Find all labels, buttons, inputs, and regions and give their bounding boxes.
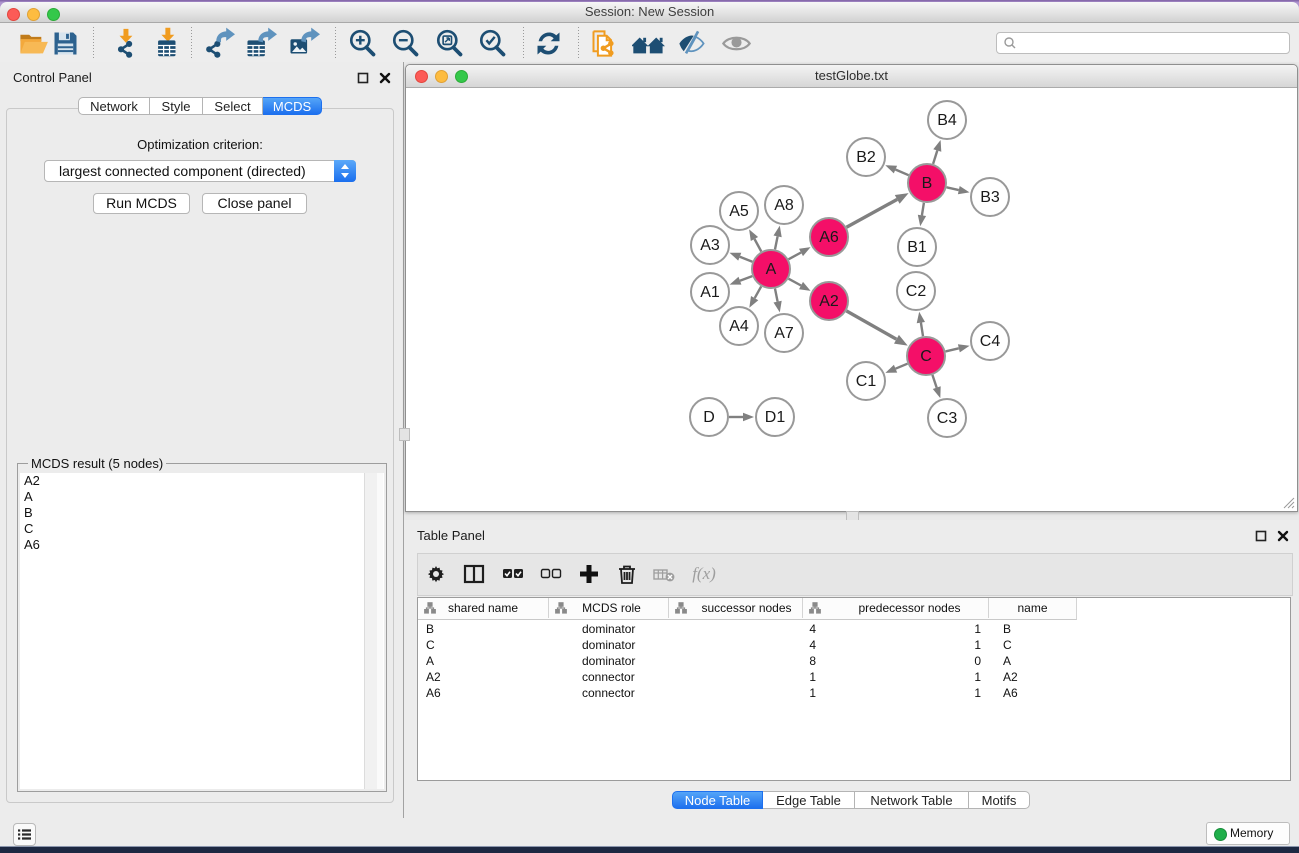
svg-text:A2: A2 bbox=[819, 293, 839, 310]
svg-text:C3: C3 bbox=[937, 410, 958, 427]
svg-text:f(x): f(x) bbox=[692, 564, 716, 583]
svg-text:A3: A3 bbox=[700, 237, 720, 254]
svg-text:D: D bbox=[703, 409, 715, 426]
svg-text:B1: B1 bbox=[907, 239, 927, 256]
svg-text:C: C bbox=[920, 348, 932, 365]
svg-text:B2: B2 bbox=[856, 149, 876, 166]
svg-text:A4: A4 bbox=[729, 318, 749, 335]
svg-text:B3: B3 bbox=[980, 189, 1000, 206]
svg-text:C2: C2 bbox=[906, 283, 927, 300]
svg-text:A6: A6 bbox=[819, 229, 839, 246]
svg-text:A7: A7 bbox=[774, 325, 794, 342]
svg-text:A5: A5 bbox=[729, 203, 749, 220]
svg-text:A8: A8 bbox=[774, 197, 794, 214]
svg-text:B: B bbox=[922, 175, 933, 192]
svg-text:B4: B4 bbox=[937, 112, 957, 129]
svg-text:C1: C1 bbox=[856, 373, 877, 390]
svg-text:A1: A1 bbox=[700, 284, 720, 301]
svg-text:C4: C4 bbox=[980, 333, 1001, 350]
svg-text:A: A bbox=[766, 261, 777, 278]
svg-text:D1: D1 bbox=[765, 409, 786, 426]
